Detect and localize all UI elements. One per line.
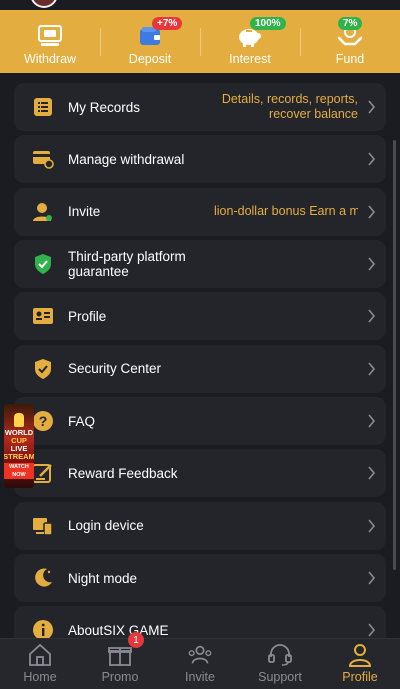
invite-bonus-marquee: lion-dollar bonus Earn a m [214,203,358,218]
interest-label: Interest [229,52,271,66]
menu-label: Third-party platform guarantee [68,249,186,280]
menu-item-login-device[interactable]: Login device [14,501,386,550]
security-shield-icon [32,358,54,380]
menu-label: Security Center [68,361,162,377]
nav-label: Profile [342,670,378,684]
bottom-navigation: Home 1 Promo Invite Support Profile [0,632,400,689]
deposit-badge: +7% [152,17,183,30]
avatar[interactable] [30,0,58,8]
menu-item-my-records[interactable]: My Records Details, records, reports, re… [14,83,386,131]
chevron-right-icon [368,100,376,114]
menu-item-invite[interactable]: Invite lion-dollar bonus Earn a m [14,187,386,236]
quick-actions-bar: Withdraw +7% Deposit 100% Interest 7% Fu… [0,10,400,73]
chevron-right-icon [368,466,376,480]
invite-user-icon [32,201,54,223]
nav-label: Home [23,670,57,684]
menu-label: Reward Feedback [68,465,178,481]
menu-item-reward-feedback[interactable]: Reward Feedback [14,449,386,498]
moon-icon [32,567,54,589]
nav-label: Invite [185,670,215,684]
menu-label: Login device [68,518,144,534]
menu-label: My Records [68,99,141,115]
feedback-edit-icon [32,462,54,484]
menu-item-third-party-guarantee[interactable]: Third-party platform guarantee [14,240,386,289]
gift-icon [107,642,133,668]
fund-badge: 7% [338,17,363,30]
chevron-right-icon [368,571,376,585]
question-icon: ? [32,410,54,432]
svg-text:?: ? [39,413,48,429]
info-icon [32,619,54,638]
promo-cta: WATCH NOW [4,463,34,479]
id-card-icon [32,305,54,327]
records-list-icon [32,96,54,118]
deposit-button[interactable]: +7% Deposit [100,10,200,73]
fund-button[interactable]: 7% Fund [300,10,400,73]
nav-profile[interactable]: Profile [320,639,400,689]
promo-line4: STREAM [4,452,34,461]
invite-people-icon [187,642,213,668]
scrollbar[interactable] [393,140,396,570]
shield-check-icon [32,253,54,275]
withdraw-button[interactable]: Withdraw [0,10,100,73]
chevron-right-icon [368,309,376,323]
menu-label: FAQ [68,413,96,429]
menu-item-security-center[interactable]: Security Center [14,344,386,393]
fund-label: Fund [335,52,365,66]
promo-count-badge: 1 [128,632,144,648]
withdraw-icon [35,23,65,49]
profile-menu-list: My Records Details, records, reports, re… [0,73,400,638]
menu-item-faq[interactable]: ? FAQ [14,397,386,446]
menu-label: Manage withdrawal [68,151,185,167]
chevron-right-icon [368,152,376,166]
menu-item-night-mode[interactable]: Night mode [14,554,386,603]
header-strip [0,0,400,10]
interest-button[interactable]: 100% Interest [200,10,300,73]
nav-label: Promo [101,670,139,684]
withdraw-label: Withdraw [23,52,77,66]
nav-support[interactable]: Support [240,639,320,689]
menu-item-manage-withdrawal[interactable]: Manage withdrawal [14,135,386,184]
menu-label: AboutSIX GAME [68,622,169,638]
profile-icon [347,642,373,668]
deposit-label: Deposit [128,52,172,66]
chevron-right-icon [368,257,376,271]
nav-promo[interactable]: 1 Promo [80,632,160,689]
menu-item-profile[interactable]: Profile [14,292,386,341]
menu-item-about[interactable]: AboutSIX GAME [14,606,386,638]
headset-icon [267,642,293,668]
menu-label: Night mode [68,570,138,586]
menu-label: Profile [68,308,107,324]
nav-invite[interactable]: Invite [160,639,240,689]
chevron-right-icon [368,623,376,637]
nav-label: Support [258,670,302,684]
nav-home[interactable]: Home [0,639,80,689]
card-settings-icon [32,148,54,170]
home-icon [27,642,53,668]
chevron-right-icon [368,414,376,428]
world-cup-live-stream-banner[interactable]: WORLD CUP LIVE STREAM WATCH NOW [4,404,34,488]
chevron-right-icon [368,205,376,219]
devices-icon [32,515,54,537]
trophy-icon [14,413,24,427]
menu-hint: Details, records, reports, recover balan… [221,92,358,121]
chevron-right-icon [368,519,376,533]
chevron-right-icon [368,362,376,376]
interest-badge: 100% [250,17,286,30]
